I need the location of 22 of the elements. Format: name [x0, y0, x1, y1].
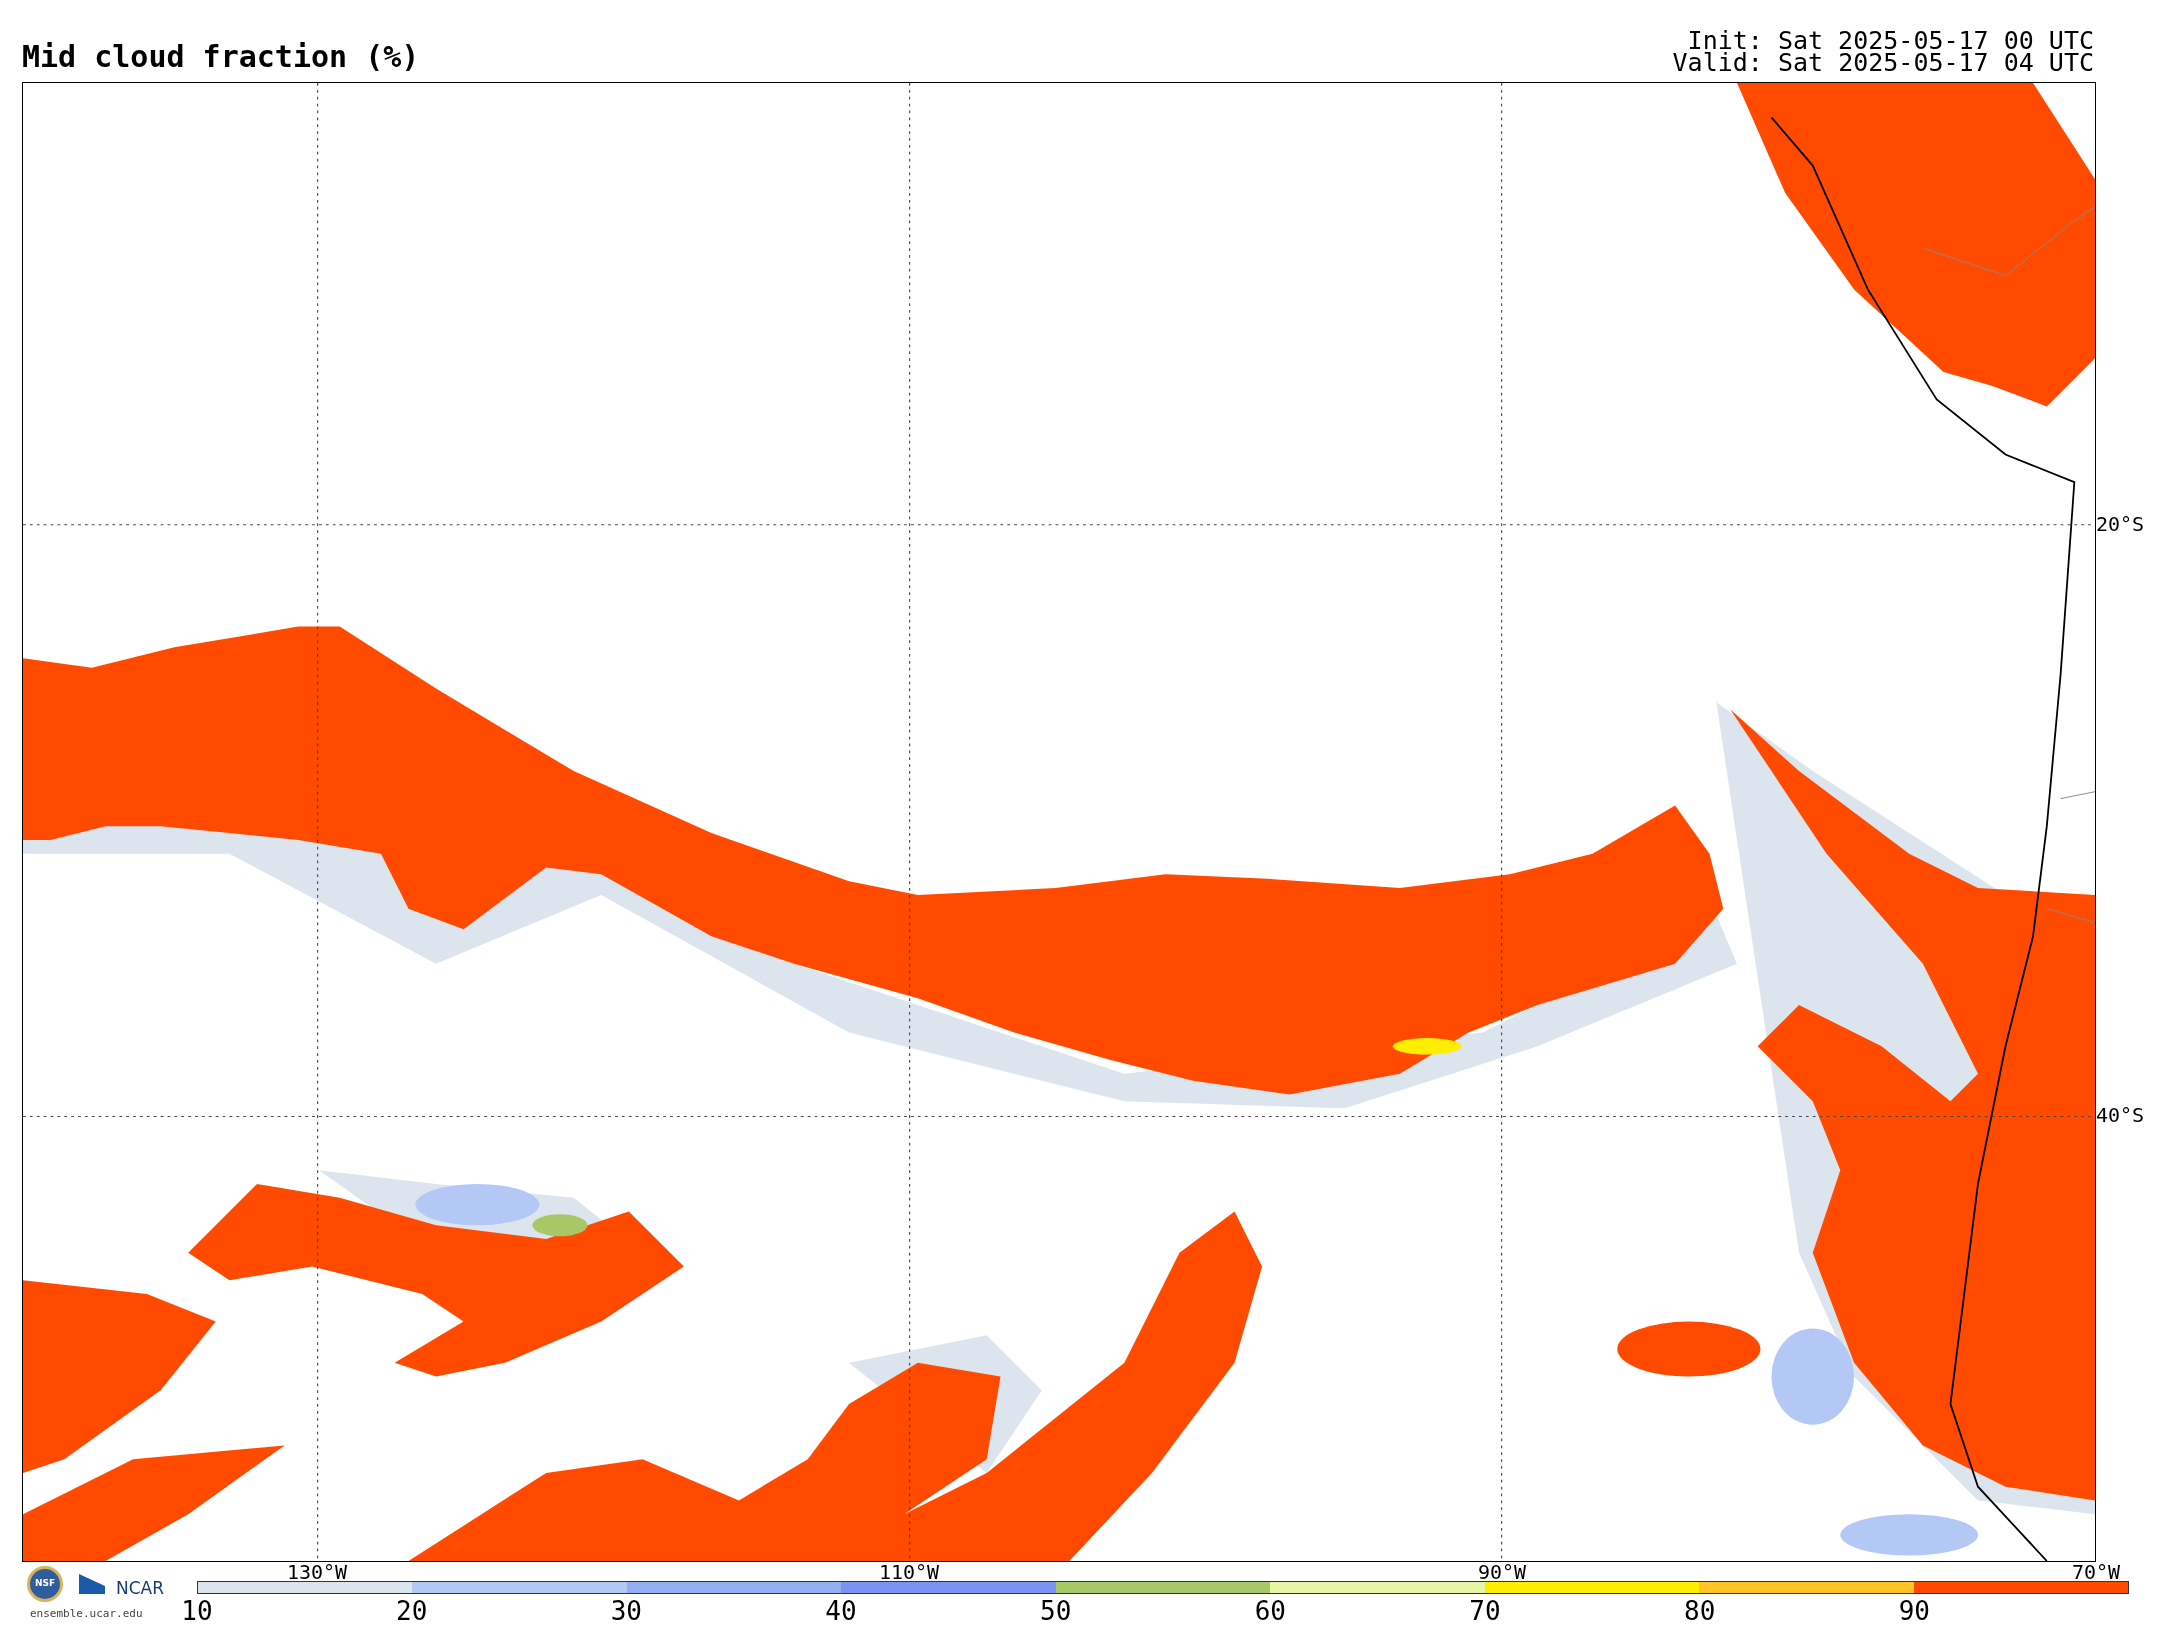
longitude-label: 130°W — [286, 1562, 348, 1582]
tick-label: 70 — [1469, 1598, 1501, 1624]
tick-label: 80 — [1684, 1598, 1716, 1624]
website-text: ensemble.ucar.edu — [30, 1606, 143, 1622]
chart-title: Mid cloud fraction (%) — [22, 42, 420, 72]
tick-label: 30 — [610, 1598, 642, 1624]
longitude-label: 110°W — [878, 1562, 940, 1582]
latitude-label: 40°S — [2096, 1105, 2145, 1125]
seal-logo: NSF — [27, 1566, 63, 1602]
tick-label: 50 — [1040, 1598, 1072, 1624]
latitude-label: 20°S — [2096, 514, 2145, 534]
tick-label: 40 — [825, 1598, 857, 1624]
tick-label: 20 — [396, 1598, 428, 1624]
ncar-wordmark: NCAR — [116, 1577, 165, 1600]
longitude-label: 90°W — [1477, 1562, 1527, 1582]
valid-time: Valid: Sat 2025-05-17 04 UTC — [1672, 52, 2094, 74]
tick-label: 60 — [1254, 1598, 1286, 1624]
ncar-logo-icon — [79, 1574, 105, 1594]
init-time: Init: Sat 2025-05-17 00 UTC — [1687, 30, 2094, 52]
tick-label: 10 — [181, 1598, 213, 1624]
tick-label: 90 — [1898, 1598, 1930, 1624]
longitude-label: 70°W — [2071, 1562, 2121, 1582]
